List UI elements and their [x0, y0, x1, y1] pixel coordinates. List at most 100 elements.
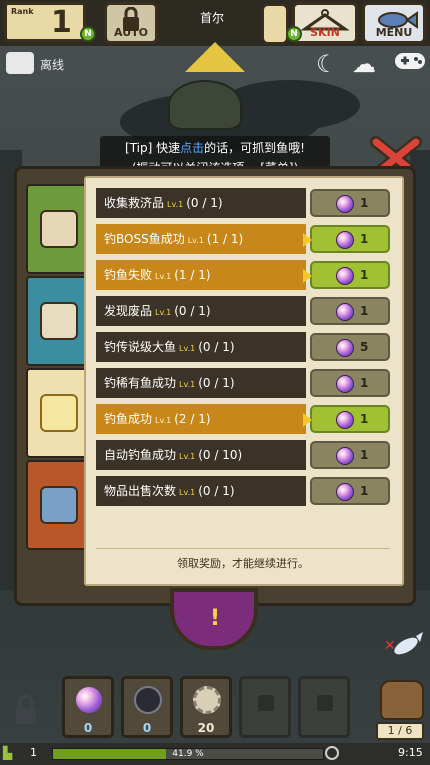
reward-claim-button[interactable]: 1: [310, 477, 390, 505]
lock-icon: [258, 695, 274, 711]
achievement-level: Lv.1: [179, 344, 196, 353]
reward-claim-button[interactable]: 1: [303, 261, 390, 289]
achievement-label: 自动钓鱼成功 Lv.1 (0 / 10): [96, 440, 306, 470]
gem-orb-icon: [336, 447, 354, 465]
achievement-label: 钓BOSS鱼成功 Lv.1 (1 / 1): [96, 224, 306, 254]
menu-button[interactable]: MENU: [362, 2, 426, 44]
gear-icon: [193, 686, 221, 714]
achievement-progress: (0 / 1): [198, 376, 235, 390]
reward-claim-button[interactable]: 1: [303, 405, 390, 433]
reward-count: 1: [360, 448, 369, 462]
gamepad-icon[interactable]: [394, 50, 426, 78]
tab-crown[interactable]: [26, 368, 88, 458]
reward-count: 1: [360, 304, 369, 318]
reward-claim-button[interactable]: 1: [303, 225, 390, 253]
reward-claim-button[interactable]: 1: [310, 441, 390, 469]
rank-box[interactable]: Rank 1: [4, 2, 86, 42]
achievement-progress: (0 / 10): [198, 448, 243, 462]
achievement-label: 发现废品 Lv.1 (0 / 1): [96, 296, 306, 326]
achievement-label: 钓传说级大鱼 Lv.1 (0 / 1): [96, 332, 306, 362]
triangle-indicator-icon: [185, 42, 245, 72]
chat-icon[interactable]: [6, 52, 34, 74]
reward-claim-button[interactable]: 1: [310, 297, 390, 325]
inventory-slot[interactable]: [239, 676, 291, 738]
gem-orb-icon: [336, 411, 354, 429]
scroll-icon[interactable]: [262, 4, 288, 44]
achievement-progress: (0 / 1): [186, 196, 223, 210]
new-badge-icon: N: [80, 26, 96, 42]
top-bar: Rank 1 N AUTO 首尔 SKIN N MENU: [0, 0, 430, 46]
page-indicator: 1 / 6: [376, 722, 424, 740]
inventory-slot[interactable]: [298, 676, 350, 738]
moon-icon[interactable]: ☾: [316, 50, 338, 78]
player-level: 1: [30, 746, 37, 759]
arrow-right-icon: [303, 269, 312, 283]
reward-claim-button[interactable]: 5: [310, 333, 390, 361]
skin-button[interactable]: SKIN: [292, 2, 358, 44]
crown-icon: [40, 394, 78, 432]
clock-icon: [325, 746, 339, 760]
achievement-name: 收集救济品: [104, 196, 165, 210]
xp-percent: 41.9 %: [172, 749, 204, 759]
reward-count: 5: [360, 340, 369, 354]
reward-claim-button[interactable]: 1: [310, 189, 390, 217]
achievement-level: Lv.1: [179, 488, 196, 497]
achievement-level: Lv.1: [179, 452, 196, 461]
inventory-slot[interactable]: 0: [121, 676, 173, 738]
lock-icon: [16, 694, 36, 724]
achievement-row: 钓鱼成功 Lv.1 (2 / 1) 1: [96, 404, 390, 434]
character-icon: [40, 210, 78, 248]
achievement-name: 钓鱼成功: [104, 412, 153, 426]
status-bar: ▙ 1 41.9 % 9:15: [0, 743, 430, 765]
offline-status: 离线: [40, 58, 65, 72]
cloud-upload-icon[interactable]: ☁: [352, 50, 376, 78]
achievement-name: 物品出售次数: [104, 484, 177, 498]
achievement-row: 钓稀有鱼成功 Lv.1 (0 / 1) 1: [96, 368, 390, 398]
tip-prefix: [Tip] 快速: [125, 141, 181, 155]
achievement-level: Lv.1: [167, 200, 184, 209]
tip-line1: [Tip] 快速点击的话，可抓到鱼哦!: [100, 138, 330, 158]
level-icon: ▙: [3, 746, 13, 760]
achievement-label: 钓稀有鱼成功 Lv.1 (0 / 1): [96, 368, 306, 398]
orb-icon: [76, 687, 102, 713]
achievement-progress: (1 / 1): [174, 268, 211, 282]
reward-claim-button[interactable]: 1: [310, 369, 390, 397]
tab-character[interactable]: [26, 184, 88, 274]
inventory-slot[interactable]: 20: [180, 676, 232, 738]
achievement-level: Lv.1: [155, 308, 172, 317]
skin-label: SKIN: [310, 26, 340, 39]
tip-suffix: 的话，可抓到鱼哦!: [204, 141, 305, 155]
achievement-row: 物品出售次数 Lv.1 (0 / 1) 1: [96, 476, 390, 506]
achievement-progress: (2 / 1): [174, 412, 211, 426]
web-icon: [134, 686, 162, 714]
achievement-level: Lv.1: [155, 416, 172, 425]
achievement-name: 钓BOSS鱼成功: [104, 232, 185, 246]
achievement-progress: (0 / 1): [198, 340, 235, 354]
tab-quest[interactable]: [26, 276, 88, 366]
lock-icon: [317, 695, 333, 711]
achievement-row: 钓传说级大鱼 Lv.1 (0 / 1) 5: [96, 332, 390, 362]
achievement-row: 自动钓鱼成功 Lv.1 (0 / 10) 1: [96, 440, 390, 470]
bag-icon[interactable]: [380, 680, 424, 720]
auto-label: AUTO: [114, 26, 148, 39]
achievement-row: 钓BOSS鱼成功 Lv.1 (1 / 1) 1: [96, 224, 390, 254]
quest-scroll-icon: [40, 302, 78, 340]
achievement-name: 发现废品: [104, 304, 153, 318]
gem-orb-icon: [336, 483, 354, 501]
slot-count: 0: [142, 721, 152, 735]
achievement-progress: (0 / 1): [198, 484, 235, 498]
location-title: 首尔: [199, 11, 224, 25]
rank-label: Rank: [11, 7, 34, 16]
inventory-slot[interactable]: 0: [62, 676, 114, 738]
achievement-name: 自动钓鱼成功: [104, 448, 177, 462]
fish-icon: [40, 486, 78, 524]
achievement-level: Lv.1: [155, 272, 172, 281]
achievement-row: 钓鱼失败 Lv.1 (1 / 1) 1: [96, 260, 390, 290]
new-badge-icon: N: [286, 26, 302, 42]
auto-button[interactable]: AUTO: [104, 2, 158, 44]
gem-orb-icon: [336, 339, 354, 357]
achievement-label: 物品出售次数 Lv.1 (0 / 1): [96, 476, 306, 506]
reward-count: 1: [360, 196, 369, 210]
tab-fish[interactable]: [26, 460, 88, 550]
parachute-icon: [168, 80, 242, 130]
